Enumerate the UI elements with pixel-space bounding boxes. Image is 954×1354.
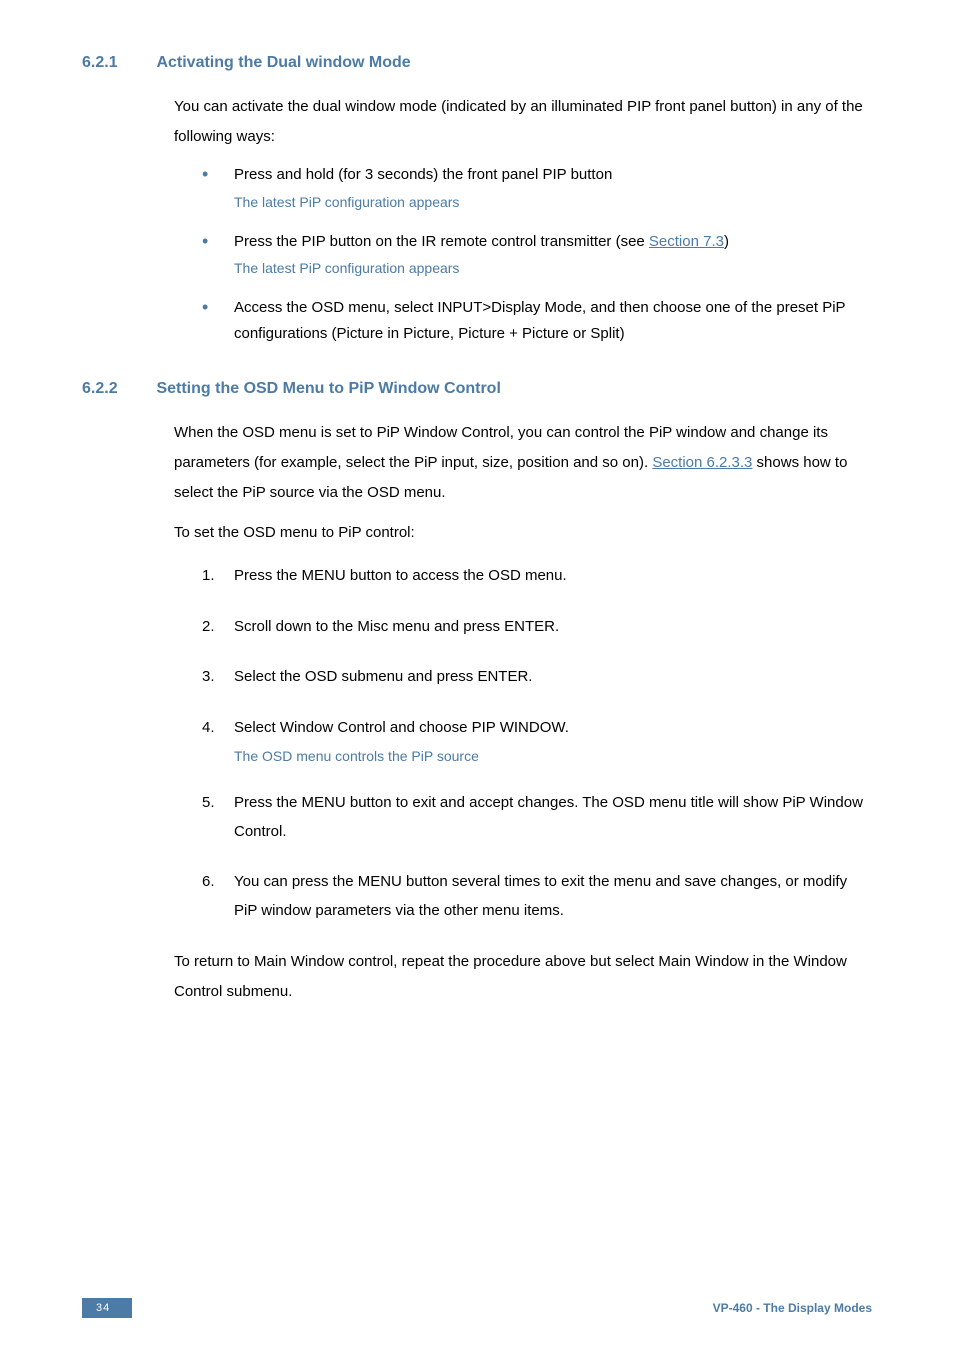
bullet-text-post: ) — [724, 233, 729, 250]
step-text: Press the MENU button to access the OSD … — [234, 567, 567, 584]
section-title: Activating the Dual window Mode — [156, 54, 410, 72]
step-item: Select the OSD submenu and press ENTER. — [202, 663, 872, 692]
section-heading-6-2-1: 6.2.1 Activating the Dual window Mode — [82, 54, 872, 72]
page-footer: 34 VP-460 - The Display Modes — [82, 1298, 872, 1318]
section-number: 6.2.2 — [82, 380, 152, 398]
section-number: 6.2.1 — [82, 54, 152, 72]
section-link-7-3[interactable]: Section 7.3 — [649, 233, 724, 250]
bullet-item: Press and hold (for 3 seconds) the front… — [202, 162, 872, 213]
step-item: Select Window Control and choose PIP WIN… — [202, 714, 872, 768]
step-text: Select Window Control and choose PIP WIN… — [234, 719, 569, 736]
section-link-6-2-3-3[interactable]: Section 6.2.3.3 — [652, 454, 752, 471]
step-item: Press the MENU button to access the OSD … — [202, 562, 872, 591]
step-item: Press the MENU button to exit and accept… — [202, 789, 872, 846]
bullet-item: Press the PIP button on the IR remote co… — [202, 229, 872, 280]
bullet-text: Press and hold (for 3 seconds) the front… — [234, 166, 612, 183]
section-heading-6-2-2: 6.2.2 Setting the OSD Menu to PiP Window… — [82, 380, 872, 398]
numbered-steps: Press the MENU button to access the OSD … — [202, 562, 872, 925]
section-body-6-2-1: You can activate the dual window mode (i… — [174, 92, 872, 346]
step-text: Press the MENU button to exit and accept… — [234, 794, 863, 840]
bullet-note: The latest PiP configuration appears — [234, 192, 872, 213]
step-note: The OSD menu controls the PiP source — [234, 746, 872, 767]
bullet-text-pre: Press the PIP button on the IR remote co… — [234, 233, 649, 250]
page-number-badge: 34 — [82, 1298, 132, 1318]
bullet-note: The latest PiP configuration appears — [234, 258, 872, 279]
paragraph: When the OSD menu is set to PiP Window C… — [174, 418, 872, 508]
bullet-item: Access the OSD menu, select INPUT>Displa… — [202, 295, 872, 346]
step-item: You can press the MENU button several ti… — [202, 868, 872, 925]
paragraph: To set the OSD menu to PiP control: — [174, 518, 872, 548]
step-text: Scroll down to the Misc menu and press E… — [234, 618, 559, 635]
bullet-list: Press and hold (for 3 seconds) the front… — [202, 162, 872, 346]
step-text: You can press the MENU button several ti… — [234, 873, 847, 919]
section-title: Setting the OSD Menu to PiP Window Contr… — [156, 380, 500, 398]
bullet-text: Access the OSD menu, select INPUT>Displa… — [234, 299, 845, 342]
step-text: Select the OSD submenu and press ENTER. — [234, 668, 532, 685]
intro-paragraph: You can activate the dual window mode (i… — [174, 92, 872, 152]
closing-paragraph: To return to Main Window control, repeat… — [174, 947, 872, 1007]
step-item: Scroll down to the Misc menu and press E… — [202, 613, 872, 642]
footer-title: VP-460 - The Display Modes — [713, 1301, 872, 1315]
section-body-6-2-2: When the OSD menu is set to PiP Window C… — [174, 418, 872, 1007]
